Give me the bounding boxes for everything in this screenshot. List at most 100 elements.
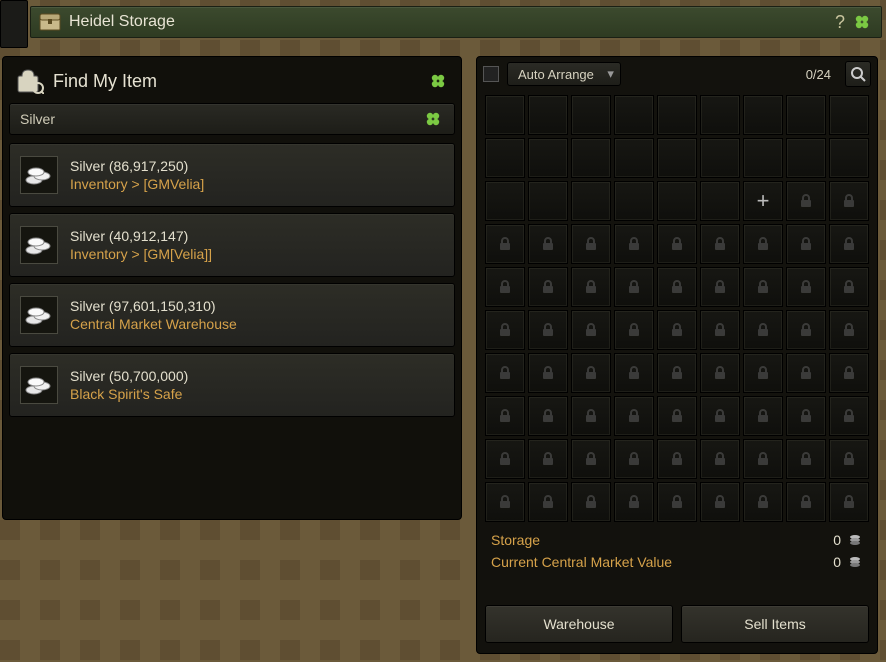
storage-slot-empty[interactable] bbox=[614, 138, 654, 178]
storage-slot-empty[interactable] bbox=[528, 95, 568, 135]
cmv-row: Current Central Market Value 0 bbox=[491, 554, 863, 570]
storage-slot-locked bbox=[571, 482, 611, 522]
result-item-location: Central Market Warehouse bbox=[70, 316, 237, 332]
storage-slot-locked bbox=[700, 267, 740, 307]
storage-slot-empty[interactable] bbox=[528, 181, 568, 221]
slot-count: 0/24 bbox=[806, 67, 831, 82]
storage-slot-locked bbox=[700, 439, 740, 479]
storage-slot-locked bbox=[829, 396, 869, 436]
find-result-item[interactable]: Silver (97,601,150,310) Central Market Wa… bbox=[9, 283, 455, 347]
find-result-item[interactable]: Silver (50,700,000)Black Spirit's Safe bbox=[9, 353, 455, 417]
storage-slot-empty[interactable] bbox=[786, 95, 826, 135]
storage-slot-locked bbox=[485, 396, 525, 436]
find-search-row[interactable] bbox=[9, 103, 455, 135]
result-item-location: Inventory > [GMVelia] bbox=[70, 176, 204, 192]
cmv-label: Current Central Market Value bbox=[491, 554, 833, 570]
storage-slot-locked bbox=[657, 267, 697, 307]
storage-search-button[interactable] bbox=[845, 61, 871, 87]
storage-slot-empty[interactable] bbox=[700, 138, 740, 178]
storage-slot-locked bbox=[571, 396, 611, 436]
result-item-name: Silver (97,601,150,310) bbox=[70, 298, 237, 314]
storage-slot-locked bbox=[743, 310, 783, 350]
find-result-item[interactable]: Silver (86,917,250) Inventory > [GMVelia] bbox=[9, 143, 455, 207]
clover-icon[interactable] bbox=[427, 70, 449, 92]
find-search-input[interactable] bbox=[20, 111, 422, 127]
storage-slot-empty[interactable] bbox=[700, 181, 740, 221]
storage-value-label: Storage bbox=[491, 532, 833, 548]
storage-slot-locked bbox=[614, 353, 654, 393]
sell-items-button[interactable]: Sell Items bbox=[681, 605, 869, 643]
storage-slot-locked bbox=[743, 482, 783, 522]
storage-slot-locked bbox=[657, 353, 697, 393]
result-item-name: Silver (86,917,250) bbox=[70, 158, 204, 174]
storage-slot-locked bbox=[743, 224, 783, 264]
storage-slot-locked bbox=[614, 224, 654, 264]
clover-icon[interactable] bbox=[422, 108, 444, 130]
auto-arrange-label: Auto Arrange bbox=[518, 67, 594, 82]
storage-slot-empty[interactable] bbox=[743, 138, 783, 178]
storage-slot-locked bbox=[528, 396, 568, 436]
storage-slot-empty[interactable] bbox=[528, 138, 568, 178]
bag-search-icon bbox=[15, 67, 45, 95]
result-item-name: Silver (40,912,147) bbox=[70, 228, 212, 244]
warehouse-button-label: Warehouse bbox=[543, 616, 614, 632]
storage-slot-empty[interactable] bbox=[571, 95, 611, 135]
storage-slot-locked bbox=[485, 310, 525, 350]
find-results-list: Silver (86,917,250) Inventory > [GMVelia]… bbox=[3, 143, 461, 417]
auto-arrange-dropdown[interactable]: Auto Arrange ▾ bbox=[507, 62, 621, 86]
help-icon[interactable]: ? bbox=[829, 11, 851, 33]
storage-slot-locked bbox=[485, 267, 525, 307]
result-item-location: Inventory > [GM[Velia]] bbox=[70, 246, 212, 262]
storage-slot-locked bbox=[485, 224, 525, 264]
storage-value-row: Storage 0 bbox=[491, 532, 863, 548]
storage-slot-empty[interactable] bbox=[485, 95, 525, 135]
storage-slot-empty[interactable] bbox=[657, 95, 697, 135]
storage-slot-empty[interactable] bbox=[657, 138, 697, 178]
storage-grid: + bbox=[477, 91, 877, 522]
storage-slot-empty[interactable] bbox=[829, 138, 869, 178]
warehouse-button[interactable]: Warehouse bbox=[485, 605, 673, 643]
storage-slot-empty[interactable] bbox=[614, 181, 654, 221]
storage-slot-empty[interactable] bbox=[743, 95, 783, 135]
coin-stack-icon bbox=[847, 554, 863, 570]
storage-slot-locked bbox=[657, 310, 697, 350]
storage-slot-empty[interactable] bbox=[614, 95, 654, 135]
silver-icon bbox=[20, 366, 58, 404]
auto-arrange-checkbox[interactable] bbox=[483, 66, 499, 82]
storage-slot-locked bbox=[700, 310, 740, 350]
storage-slot-locked bbox=[786, 439, 826, 479]
storage-slot-locked bbox=[700, 482, 740, 522]
silver-icon bbox=[20, 226, 58, 264]
window-title: Heidel Storage bbox=[69, 13, 829, 31]
find-result-item[interactable]: Silver (40,912,147) Inventory > [GM[Velia… bbox=[9, 213, 455, 277]
storage-slot-locked bbox=[528, 267, 568, 307]
storage-slot-locked bbox=[786, 396, 826, 436]
storage-slot-empty[interactable] bbox=[485, 138, 525, 178]
storage-slot-empty[interactable] bbox=[657, 181, 697, 221]
storage-slot-empty[interactable] bbox=[700, 95, 740, 135]
result-item-location: Black Spirit's Safe bbox=[70, 386, 188, 402]
window-titlebar: Heidel Storage ? bbox=[30, 6, 882, 38]
storage-slot-locked bbox=[829, 310, 869, 350]
chest-icon bbox=[39, 12, 61, 32]
storage-slot-add[interactable]: + bbox=[743, 181, 783, 221]
storage-slot-locked bbox=[614, 396, 654, 436]
storage-slot-locked bbox=[571, 353, 611, 393]
find-my-item-panel: Find My Item Silver (86,917,250)Inventor… bbox=[2, 56, 462, 520]
clover-icon[interactable] bbox=[851, 11, 873, 33]
storage-slot-locked bbox=[528, 310, 568, 350]
storage-slot-locked bbox=[485, 482, 525, 522]
coin-stack-icon bbox=[847, 532, 863, 548]
storage-slot-empty[interactable] bbox=[485, 181, 525, 221]
storage-slot-empty[interactable] bbox=[571, 181, 611, 221]
storage-slot-empty[interactable] bbox=[571, 138, 611, 178]
storage-slot-locked bbox=[829, 482, 869, 522]
storage-slot-locked bbox=[528, 353, 568, 393]
storage-slot-empty[interactable] bbox=[829, 95, 869, 135]
storage-slot-locked bbox=[786, 224, 826, 264]
storage-bottom-buttons: Warehouse Sell Items bbox=[477, 595, 877, 653]
storage-slot-locked bbox=[786, 353, 826, 393]
storage-slot-empty[interactable] bbox=[786, 138, 826, 178]
silver-icon bbox=[20, 156, 58, 194]
storage-slot-locked bbox=[485, 439, 525, 479]
